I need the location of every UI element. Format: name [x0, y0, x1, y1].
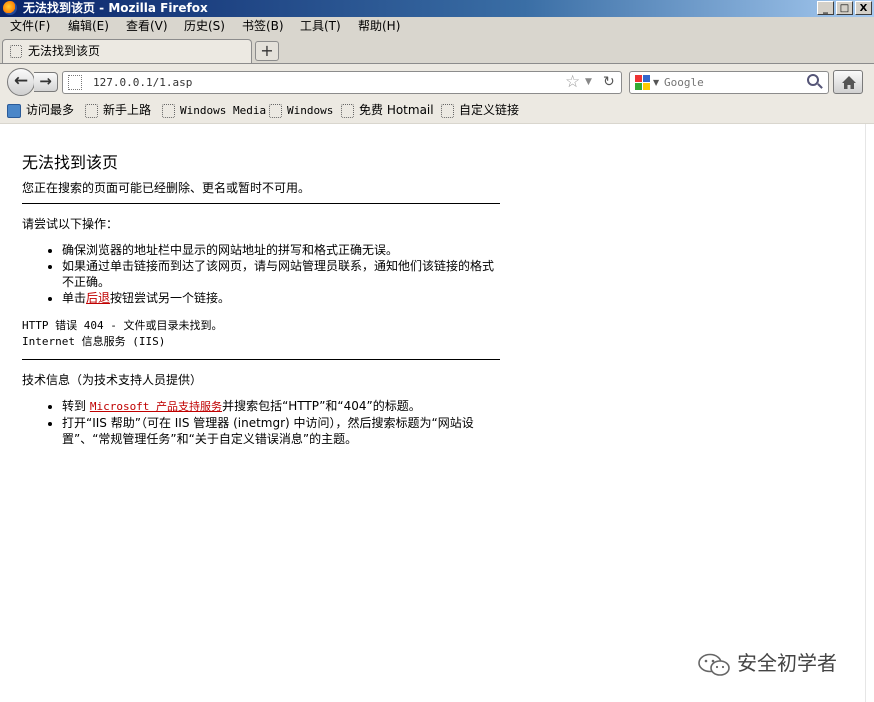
blank-page-icon: [441, 103, 454, 118]
list-item: 确保浏览器的地址栏中显示的网站地址的拼写和格式正确无误。: [62, 242, 500, 258]
most-visited-icon: [7, 103, 21, 118]
menu-tools[interactable]: 工具(T): [300, 17, 341, 36]
list-item: 转到 Microsoft 产品支持服务并搜索包括“HTTP”和“404”的标题。: [62, 398, 500, 415]
bookmarks-toolbar: 访问最多 新手上路 Windows Media Windows 免费 Hotma…: [0, 99, 874, 123]
bookmark-windows-media[interactable]: Windows Media: [162, 99, 266, 122]
page-content: 无法找到该页 您正在搜索的页面可能已经删除、更名或暂时不可用。 请尝试以下操作：…: [0, 124, 866, 702]
bookmark-label: 访问最多: [26, 103, 75, 117]
bookmark-most-visited[interactable]: 访问最多: [7, 99, 74, 121]
bookmark-label: 免费 Hotmail: [359, 103, 434, 117]
minimize-button[interactable]: _: [817, 1, 834, 15]
google-icon[interactable]: [635, 75, 650, 90]
forward-arrow-icon: →: [39, 72, 52, 90]
page-subtitle: 您正在搜索的页面可能已经删除、更名或暂时不可用。: [22, 181, 311, 195]
browser-chrome: 文件(F) 编辑(E) 查看(V) 历史(S) 书签(B) 工具(T) 帮助(H…: [0, 17, 874, 125]
microsoft-support-link[interactable]: Microsoft 产品支持服务: [90, 400, 222, 413]
blank-page-icon: [269, 103, 282, 118]
bookmark-label: Windows: [287, 104, 334, 117]
url-dropdown-icon[interactable]: ▼: [585, 75, 592, 90]
tab-strip: 无法找到该页 +: [0, 36, 874, 63]
menu-edit[interactable]: 编辑(E): [68, 17, 109, 36]
error-page: 无法找到该页 您正在搜索的页面可能已经删除、更名或暂时不可用。 请尝试以下操作：…: [22, 152, 500, 447]
page-title: 无法找到该页: [22, 153, 119, 172]
blank-page-icon: [10, 45, 22, 58]
tab-label: 无法找到该页: [28, 44, 101, 58]
watermark-text: 安全初学者: [737, 651, 837, 675]
search-bar[interactable]: ▼: [629, 71, 829, 94]
menu-bookmarks[interactable]: 书签(B): [242, 17, 284, 36]
google-icon-yellow: [643, 83, 650, 90]
back-button[interactable]: ←: [7, 68, 35, 96]
maximize-button[interactable]: □: [836, 1, 853, 15]
google-icon-red: [635, 75, 642, 82]
list-item: 打开“IIS 帮助”（可在 IIS 管理器 (inetmgr) 中访问），然后搜…: [62, 415, 500, 447]
back-arrow-icon: ←: [13, 71, 29, 91]
try-label: 请尝试以下操作：: [22, 217, 119, 231]
scrollbar[interactable]: [865, 124, 874, 702]
google-icon-blue: [643, 75, 650, 82]
menu-view[interactable]: 查看(V): [126, 17, 168, 36]
bookmark-getting-started[interactable]: 新手上路: [85, 99, 151, 121]
bookmark-label: Windows Media: [180, 104, 267, 117]
home-icon: [842, 76, 856, 89]
blank-page-icon: [341, 103, 354, 118]
divider: [22, 203, 500, 204]
list-item-text: 单击: [62, 291, 87, 305]
list-item: 如果通过单击链接而到达了该网页，请与网站管理员联系，通知他们该链接的格式不正确。: [62, 258, 500, 290]
bookmark-label: 新手上路: [103, 103, 152, 117]
menu-help[interactable]: 帮助(H): [358, 17, 400, 36]
divider: [22, 359, 500, 360]
firefox-icon: [3, 1, 17, 15]
window-title: 无法找到该页 - Mozilla Firefox: [23, 1, 208, 15]
navigation-toolbar: ← → 127.0.0.1/1.asp ☆ ▼ ↻ ▼: [0, 63, 874, 100]
bookmark-customize-links[interactable]: 自定义链接: [441, 99, 519, 121]
close-button[interactable]: X: [855, 1, 872, 15]
address-bar[interactable]: 127.0.0.1/1.asp ☆ ▼ ↻: [62, 71, 622, 94]
list-item: 单击后退按钮尝试另一个链接。: [62, 290, 500, 306]
menu-bar: 文件(F) 编辑(E) 查看(V) 历史(S) 书签(B) 工具(T) 帮助(H…: [0, 17, 874, 36]
http-error-line: HTTP 错误 404 - 文件或目录未找到。: [22, 319, 223, 332]
tech-info-label: 技术信息（为技术支持人员提供）: [22, 373, 203, 387]
blank-page-icon: [162, 103, 175, 118]
title-bar: 无法找到该页 - Mozilla Firefox _ □ X: [0, 0, 874, 17]
search-icon[interactable]: [807, 74, 819, 86]
tab-current[interactable]: 无法找到该页: [2, 39, 252, 63]
menu-file[interactable]: 文件(F): [10, 17, 50, 36]
list-item-text: 转到: [62, 399, 90, 413]
back-link[interactable]: 后退: [86, 291, 110, 305]
home-button[interactable]: [833, 70, 863, 94]
tech-list: 转到 Microsoft 产品支持服务并搜索包括“HTTP”和“404”的标题。…: [22, 398, 500, 447]
blank-page-icon: [85, 103, 98, 118]
menu-history[interactable]: 历史(S): [184, 17, 225, 36]
list-item-text: 并搜索包括“HTTP”和“404”的标题。: [222, 399, 421, 413]
bookmark-free-hotmail[interactable]: 免费 Hotmail: [341, 99, 434, 121]
list-item-text: 按钮尝试另一个链接。: [110, 291, 231, 305]
bookmark-windows[interactable]: Windows: [269, 99, 333, 122]
google-icon-green: [635, 83, 642, 90]
forward-button[interactable]: →: [34, 72, 58, 92]
bookmark-star-icon[interactable]: ☆: [565, 73, 580, 92]
search-engine-dropdown-icon[interactable]: ▼: [653, 75, 659, 90]
tips-list: 确保浏览器的地址栏中显示的网站地址的拼写和格式正确无误。 如果通过单击链接而到达…: [22, 242, 500, 306]
iis-line: Internet 信息服务 (IIS): [22, 335, 166, 348]
reload-icon[interactable]: ↻: [603, 72, 615, 93]
error-status: HTTP 错误 404 - 文件或目录未找到。 Internet 信息服务 (I…: [22, 318, 500, 350]
bookmark-label: 自定义链接: [459, 103, 520, 117]
watermark: 安全初学者: [697, 648, 837, 678]
site-identity-icon[interactable]: [68, 75, 82, 90]
search-input[interactable]: [664, 74, 804, 91]
new-tab-button[interactable]: +: [255, 41, 279, 61]
url-text[interactable]: 127.0.0.1/1.asp: [93, 72, 192, 93]
wechat-icon: [697, 653, 731, 677]
window-controls: _ □ X: [817, 1, 872, 15]
